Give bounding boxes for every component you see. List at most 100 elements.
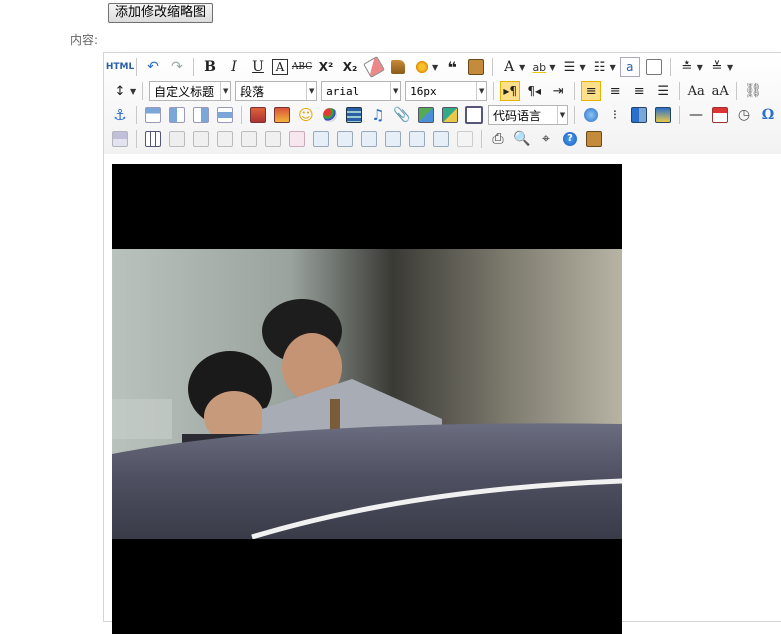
- row-spacing-top-icon[interactable]: ≛: [677, 57, 697, 77]
- table-shape: [217, 131, 233, 147]
- chevron-down-icon[interactable]: ▼: [519, 63, 525, 72]
- align-right-icon[interactable]: ≡: [629, 81, 649, 101]
- code-language-select[interactable]: 代码语言 ▼: [488, 105, 568, 125]
- strikethrough-button[interactable]: ABC: [292, 57, 312, 77]
- image-center-icon[interactable]: [215, 105, 235, 125]
- align-left-icon[interactable]: ≡: [581, 81, 602, 101]
- image-none-icon[interactable]: [143, 105, 163, 125]
- emotion-icon[interactable]: ☺: [296, 105, 316, 125]
- insert-col-icon[interactable]: [263, 129, 283, 149]
- search-replace-icon[interactable]: ⌖: [536, 129, 556, 149]
- underline-button[interactable]: U: [248, 57, 268, 77]
- background-icon[interactable]: [653, 105, 673, 125]
- attachment-icon[interactable]: 📎: [392, 105, 412, 125]
- table-shape: [265, 131, 281, 147]
- format-brush-icon[interactable]: [388, 57, 408, 77]
- split-to-rows-icon[interactable]: [407, 129, 427, 149]
- custom-title-select[interactable]: 自定义标题 ▼: [149, 81, 232, 101]
- font-size-select[interactable]: 16px ▼: [405, 81, 488, 101]
- chevron-down-icon[interactable]: ▼: [727, 63, 733, 72]
- wordimage-icon[interactable]: [110, 129, 130, 149]
- ordered-list-icon[interactable]: ☰: [559, 57, 579, 77]
- merge-right-icon[interactable]: [335, 129, 355, 149]
- music-icon[interactable]: ♫: [368, 105, 388, 125]
- image-right-icon[interactable]: [191, 105, 211, 125]
- font-color-button[interactable]: A: [499, 57, 519, 77]
- chevron-down-icon[interactable]: ▼: [549, 63, 555, 72]
- select-all-icon[interactable]: a: [619, 57, 640, 77]
- auto-typeset-icon[interactable]: [412, 57, 432, 77]
- clear-doc-icon[interactable]: [644, 57, 664, 77]
- uppercase-icon[interactable]: Aa: [686, 81, 706, 101]
- insert-video-icon[interactable]: [344, 105, 364, 125]
- web-page-icon[interactable]: [581, 105, 601, 125]
- preview-icon[interactable]: 🔍: [512, 129, 532, 149]
- indent-icon[interactable]: ⇥: [548, 81, 568, 101]
- delete-row-icon[interactable]: [239, 129, 259, 149]
- delete-table-icon[interactable]: [167, 129, 187, 149]
- insert-table-icon[interactable]: [143, 129, 163, 149]
- template-icon[interactable]: [629, 105, 649, 125]
- insert-row-icon[interactable]: [215, 129, 235, 149]
- merge-cells-icon[interactable]: [311, 129, 331, 149]
- chevron-down-icon[interactable]: ▼: [130, 87, 136, 96]
- chart-icon[interactable]: [455, 129, 475, 149]
- special-chars-button[interactable]: Ω: [758, 105, 778, 125]
- chevron-down-icon[interactable]: ▼: [610, 63, 616, 72]
- insert-image-icon[interactable]: [248, 105, 268, 125]
- date-icon[interactable]: [710, 105, 730, 125]
- align-shape: [217, 107, 233, 123]
- align-justify-icon[interactable]: ☰: [653, 81, 673, 101]
- rtl-direction-icon[interactable]: ¶◂: [524, 81, 544, 101]
- font-family-select[interactable]: arial ▼: [321, 81, 402, 101]
- line-height-icon[interactable]: ↕: [110, 81, 130, 101]
- superscript-button[interactable]: X²: [316, 57, 336, 77]
- word-shape: [112, 131, 128, 147]
- bold-button[interactable]: B: [200, 57, 220, 77]
- drafts-icon[interactable]: [584, 129, 604, 149]
- delete-col-icon[interactable]: [287, 129, 307, 149]
- gmap-icon[interactable]: [416, 105, 436, 125]
- paste-plain-icon[interactable]: [466, 57, 486, 77]
- chevron-down-icon[interactable]: ▼: [432, 63, 438, 72]
- help-icon[interactable]: ?: [560, 129, 580, 149]
- blockquote-button[interactable]: ❝: [442, 57, 462, 77]
- background-color-icon[interactable]: ab: [529, 57, 549, 77]
- font-size-value: 16px: [410, 84, 437, 98]
- page-break-icon[interactable]: ⁝: [605, 105, 625, 125]
- multi-image-icon[interactable]: [272, 105, 292, 125]
- align-center-icon[interactable]: ≡: [605, 81, 625, 101]
- scrawl-icon[interactable]: [320, 105, 340, 125]
- merge-down-icon[interactable]: [359, 129, 379, 149]
- chevron-down-icon[interactable]: ▼: [697, 63, 703, 72]
- insert-paragraph-before-table-icon[interactable]: [191, 129, 211, 149]
- image-left-icon[interactable]: [167, 105, 187, 125]
- font-border-button[interactable]: A: [272, 59, 288, 75]
- subscript-button[interactable]: X₂: [340, 57, 360, 77]
- row-spacing-bottom-icon[interactable]: ≚: [707, 57, 727, 77]
- chevron-down-icon[interactable]: ▼: [579, 63, 585, 72]
- link-icon[interactable]: ⛓: [743, 81, 763, 101]
- unordered-list-icon[interactable]: ☷: [590, 57, 610, 77]
- editor-content-area[interactable]: [104, 154, 781, 634]
- lowercase-icon[interactable]: aA: [710, 81, 730, 101]
- redo-icon[interactable]: ↷: [167, 57, 187, 77]
- anchor-icon[interactable]: ⚓: [110, 105, 130, 125]
- time-icon[interactable]: ◷: [734, 105, 754, 125]
- insert-frame-icon[interactable]: [464, 105, 484, 125]
- eraser-icon[interactable]: [363, 56, 385, 78]
- horizontal-rule-button[interactable]: —: [686, 105, 706, 125]
- split-to-cells-icon[interactable]: [383, 129, 403, 149]
- add-thumbnail-button[interactable]: 添加修改缩略图: [108, 3, 214, 23]
- italic-button[interactable]: I: [224, 57, 244, 77]
- embedded-video[interactable]: [112, 164, 622, 634]
- print-icon[interactable]: ⎙: [488, 129, 508, 149]
- custom-title-value: 自定义标题: [154, 84, 215, 99]
- separator: [492, 58, 494, 76]
- paragraph-select[interactable]: 段落 ▼: [235, 81, 318, 101]
- undo-icon[interactable]: ↶: [143, 57, 163, 77]
- split-to-cols-icon[interactable]: [431, 129, 451, 149]
- ltr-direction-icon[interactable]: ▸¶: [500, 81, 521, 101]
- source-code-button[interactable]: HTML: [106, 57, 134, 77]
- map-icon[interactable]: [440, 105, 460, 125]
